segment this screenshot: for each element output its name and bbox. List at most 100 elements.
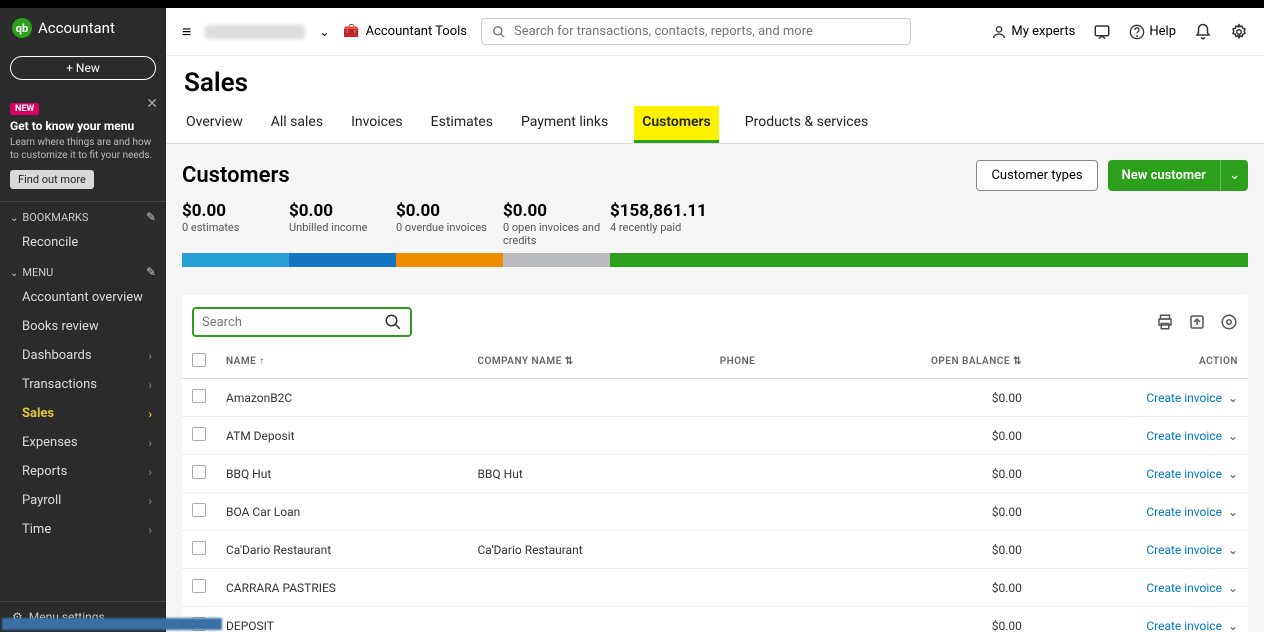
- export-icon[interactable]: [1188, 313, 1206, 331]
- table-row[interactable]: DEPOSIT$0.00Create invoice⌄: [182, 607, 1248, 632]
- accountant-tools[interactable]: 🧰 Accountant Tools: [343, 24, 467, 39]
- edit-bookmarks-icon[interactable]: ✎: [146, 210, 156, 224]
- col-company[interactable]: COMPANY NAME ⇅: [467, 345, 709, 379]
- sidebar-item-time[interactable]: Time›: [0, 515, 166, 544]
- help[interactable]: Help: [1129, 24, 1176, 40]
- cell-name[interactable]: CARRARA PASTRIES: [216, 569, 467, 607]
- new-button[interactable]: + New: [10, 56, 156, 80]
- stat-block[interactable]: $0.00Unbilled income: [289, 201, 396, 247]
- row-action-dropdown[interactable]: ⌄: [1228, 505, 1238, 519]
- global-search-input[interactable]: [514, 24, 900, 39]
- sidebar-item-transactions[interactable]: Transactions›: [0, 370, 166, 399]
- sidebar-item-reports[interactable]: Reports›: [0, 457, 166, 486]
- create-invoice-link[interactable]: Create invoice: [1146, 505, 1222, 519]
- bell-icon[interactable]: [1194, 23, 1212, 41]
- row-action-dropdown[interactable]: ⌄: [1228, 429, 1238, 443]
- row-checkbox[interactable]: [192, 579, 206, 593]
- stat-block[interactable]: $0.000 estimates: [182, 201, 289, 247]
- row-action-dropdown[interactable]: ⌄: [1228, 619, 1238, 632]
- sidebar-item-accountant-overview[interactable]: Accountant overview: [0, 283, 166, 312]
- help-icon: [1129, 24, 1145, 40]
- global-search[interactable]: [481, 18, 911, 45]
- promo-desc: Learn where things are and how to custom…: [10, 136, 156, 162]
- cell-phone: [710, 455, 818, 493]
- row-checkbox[interactable]: [192, 427, 206, 441]
- row-checkbox[interactable]: [192, 389, 206, 403]
- cell-name[interactable]: BOA Car Loan: [216, 493, 467, 531]
- sidebar-item-payroll[interactable]: Payroll›: [0, 486, 166, 515]
- customer-types-button[interactable]: Customer types: [976, 160, 1097, 191]
- hamburger-icon[interactable]: ≡: [182, 22, 191, 42]
- row-action-dropdown[interactable]: ⌄: [1228, 391, 1238, 405]
- tab-products-services[interactable]: Products & services: [743, 106, 871, 143]
- create-invoice-link[interactable]: Create invoice: [1146, 391, 1222, 405]
- my-experts[interactable]: My experts: [991, 24, 1075, 40]
- new-customer-button[interactable]: New customer: [1108, 160, 1220, 191]
- sidebar-item-books-review[interactable]: Books review: [0, 312, 166, 341]
- money-bar-segment[interactable]: [289, 253, 396, 267]
- col-name[interactable]: NAME ↑: [216, 345, 467, 379]
- promo-close-icon[interactable]: ✕: [146, 96, 158, 112]
- col-phone[interactable]: PHONE: [710, 345, 818, 379]
- col-balance[interactable]: OPEN BALANCE ⇅: [817, 345, 1032, 379]
- feedback-icon[interactable]: [1093, 23, 1111, 41]
- table-row[interactable]: BOA Car Loan$0.00Create invoice⌄: [182, 493, 1248, 531]
- money-bar-segment[interactable]: [396, 253, 503, 267]
- money-bar-segment[interactable]: [503, 253, 610, 267]
- print-icon[interactable]: [1156, 313, 1174, 331]
- create-invoice-link[interactable]: Create invoice: [1146, 619, 1222, 632]
- table-row[interactable]: Ca'Dario RestaurantCa'Dario Restaurant$0…: [182, 531, 1248, 569]
- new-customer-dropdown[interactable]: ⌄: [1220, 160, 1248, 191]
- settings-gear-icon[interactable]: [1230, 23, 1248, 41]
- tab-estimates[interactable]: Estimates: [429, 106, 495, 143]
- cell-name[interactable]: Ca'Dario Restaurant: [216, 531, 467, 569]
- tab-payment-links[interactable]: Payment links: [519, 106, 610, 143]
- cell-company: [467, 607, 709, 632]
- cell-balance: $0.00: [817, 417, 1032, 455]
- row-action-dropdown[interactable]: ⌄: [1228, 581, 1238, 595]
- table-row[interactable]: CARRARA PASTRIES$0.00Create invoice⌄: [182, 569, 1248, 607]
- search-icon: [492, 25, 506, 39]
- company-name-blurred[interactable]: [205, 25, 305, 39]
- cell-name[interactable]: ATM Deposit: [216, 417, 467, 455]
- company-dropdown-icon[interactable]: ⌄: [319, 25, 329, 39]
- create-invoice-link[interactable]: Create invoice: [1146, 543, 1222, 557]
- table-settings-icon[interactable]: [1220, 313, 1238, 331]
- bookmarks-header[interactable]: ⌄BOOKMARKS ✎: [0, 202, 166, 228]
- select-all-checkbox[interactable]: [192, 353, 206, 367]
- tab-invoices[interactable]: Invoices: [349, 106, 405, 143]
- row-action-dropdown[interactable]: ⌄: [1228, 467, 1238, 481]
- row-checkbox[interactable]: [192, 503, 206, 517]
- stat-block[interactable]: $0.000 overdue invoices: [396, 201, 503, 247]
- cell-balance: $0.00: [817, 531, 1032, 569]
- create-invoice-link[interactable]: Create invoice: [1146, 467, 1222, 481]
- cell-name[interactable]: BBQ Hut: [216, 455, 467, 493]
- create-invoice-link[interactable]: Create invoice: [1146, 581, 1222, 595]
- sidebar-item-expenses[interactable]: Expenses›: [0, 428, 166, 457]
- tab-all-sales[interactable]: All sales: [269, 106, 325, 143]
- sidebar-bookmark[interactable]: Reconcile: [0, 228, 166, 257]
- money-bar-segment[interactable]: [610, 253, 1248, 267]
- sidebar-item-dashboards[interactable]: Dashboards›: [0, 341, 166, 370]
- search-icon[interactable]: [384, 313, 402, 331]
- stat-block[interactable]: $158,861.114 recently paid: [610, 201, 1248, 247]
- menu-header[interactable]: ⌄MENU ✎: [0, 257, 166, 283]
- cell-name[interactable]: AmazonB2C: [216, 379, 467, 417]
- table-row[interactable]: BBQ HutBBQ Hut$0.00Create invoice⌄: [182, 455, 1248, 493]
- table-row[interactable]: ATM Deposit $0.00 Create invoice ⌄: [182, 417, 1248, 455]
- promo-cta-button[interactable]: Find out more: [10, 170, 94, 189]
- stat-block[interactable]: $0.000 open invoices and credits: [503, 201, 610, 247]
- row-checkbox[interactable]: [192, 465, 206, 479]
- table-row[interactable]: AmazonB2C$0.00Create invoice⌄: [182, 379, 1248, 417]
- row-checkbox[interactable]: [192, 541, 206, 555]
- edit-menu-icon[interactable]: ✎: [146, 265, 156, 279]
- tab-customers[interactable]: Customers: [634, 106, 719, 143]
- money-bar-segment[interactable]: [182, 253, 289, 267]
- customer-search[interactable]: [192, 307, 412, 337]
- customer-search-input[interactable]: [202, 315, 384, 330]
- row-action-dropdown[interactable]: ⌄: [1228, 543, 1238, 557]
- sidebar-item-sales[interactable]: Sales›: [0, 399, 166, 428]
- create-invoice-link[interactable]: Create invoice: [1146, 429, 1222, 443]
- cell-name[interactable]: DEPOSIT: [216, 607, 467, 632]
- tab-overview[interactable]: Overview: [184, 106, 245, 143]
